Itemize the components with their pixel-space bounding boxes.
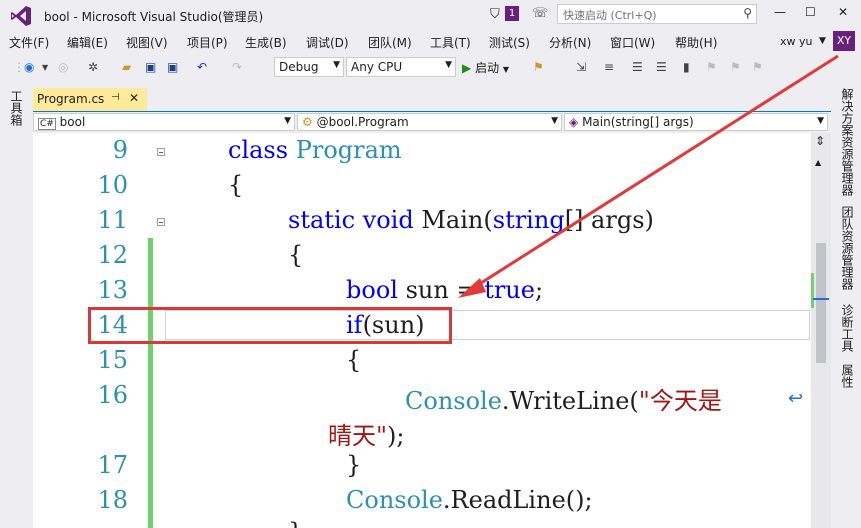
annotation-arrow-icon [458, 54, 839, 298]
